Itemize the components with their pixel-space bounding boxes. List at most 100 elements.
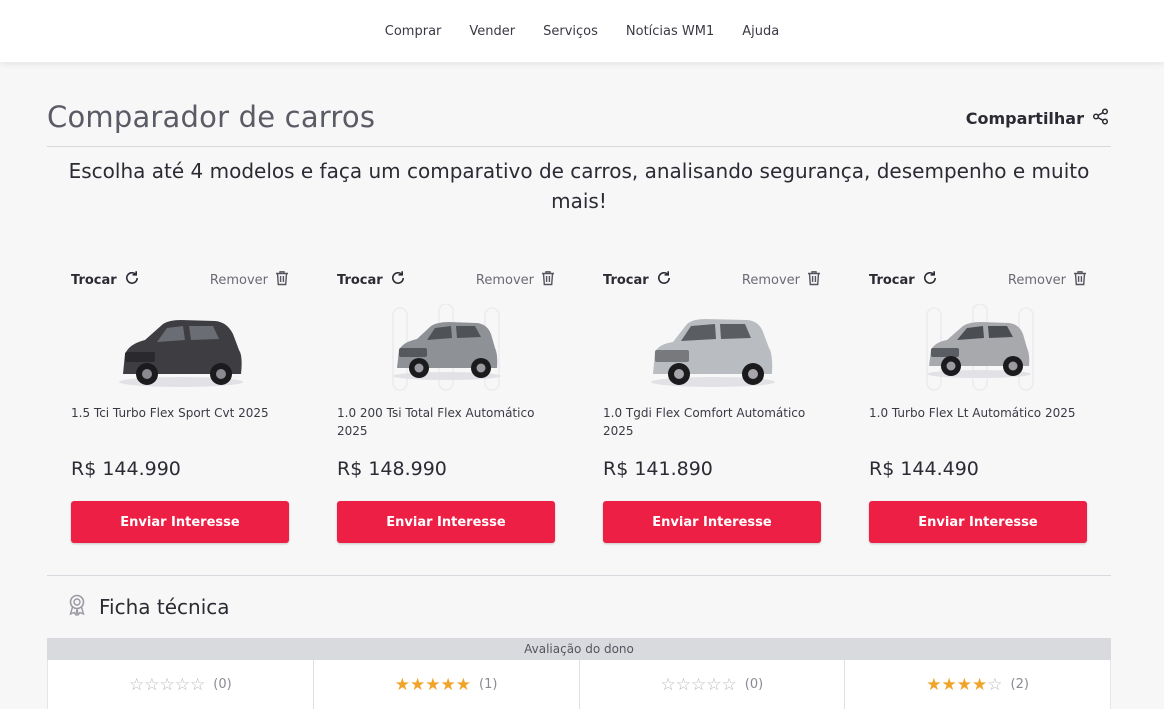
star-filled-icon: ★ xyxy=(926,675,942,695)
car-card: Trocar Remover xyxy=(337,270,555,550)
star-empty-icon: ☆ xyxy=(987,675,1003,695)
star-empty-icon: ☆ xyxy=(190,675,206,695)
rating-cell: ★★★★☆ (2) xyxy=(844,660,1111,709)
remove-button[interactable]: Remover xyxy=(476,270,555,290)
send-interest-button[interactable]: Enviar Interesse xyxy=(603,501,821,543)
swap-button[interactable]: Trocar xyxy=(337,270,406,290)
spec-section-header: Ficha técnica xyxy=(67,594,230,620)
rating-cell: ☆☆☆☆☆ (0) xyxy=(578,660,845,709)
car-model: 1.5 Tci Turbo Flex Sport Cvt 2025 xyxy=(71,406,269,420)
remove-label: Remover xyxy=(209,272,268,288)
card-actions: Trocar Remover xyxy=(869,270,1087,294)
remove-label: Remover xyxy=(1007,272,1066,288)
star-filled-icon: ★ xyxy=(972,675,988,695)
rating-cell: ★★★★★ (1) xyxy=(312,660,579,709)
nav-noticias[interactable]: Notícias WM1 xyxy=(626,24,714,39)
car-card: Trocar Remover xyxy=(71,270,289,550)
star-empty-icon: ☆ xyxy=(174,675,191,695)
star-rating: ★★★★☆ xyxy=(926,675,1002,694)
star-filled-icon: ★ xyxy=(394,675,411,695)
rating-count: (0) xyxy=(744,677,764,692)
car-image xyxy=(111,304,251,394)
star-filled-icon: ★ xyxy=(425,675,441,695)
star-empty-icon: ☆ xyxy=(675,675,692,695)
owner-rating-row: ☆☆☆☆☆ (0) ★★★★★ (1) ☆☆☆☆☆ (0) ★★★★☆ (2) xyxy=(47,660,1111,709)
car-price: R$ 144.490 xyxy=(869,458,979,480)
remove-label: Remover xyxy=(475,272,534,288)
star-filled-icon: ★ xyxy=(410,675,426,695)
car-image xyxy=(643,304,783,394)
remove-label: Remover xyxy=(741,272,800,288)
star-filled-icon: ★ xyxy=(941,675,957,695)
card-actions: Trocar Remover xyxy=(337,270,555,294)
top-navigation: Comprar Vender Serviços Notícias WM1 Aju… xyxy=(0,0,1164,62)
trash-icon xyxy=(807,270,821,290)
star-filled-icon: ★ xyxy=(455,675,472,695)
car-card: Trocar Remover xyxy=(869,270,1087,550)
car-price: R$ 144.990 xyxy=(71,458,181,480)
remove-button[interactable]: Remover xyxy=(742,270,821,290)
star-empty-icon: ☆ xyxy=(691,675,707,695)
award-icon xyxy=(67,594,87,620)
swap-button[interactable]: Trocar xyxy=(869,270,938,290)
star-empty-icon: ☆ xyxy=(706,675,722,695)
refresh-icon xyxy=(124,270,140,290)
refresh-icon xyxy=(656,270,672,290)
intro-text: Escolha até 4 modelos e faça um comparat… xyxy=(68,159,1090,213)
nav-servicos[interactable]: Serviços xyxy=(543,24,598,39)
send-interest-button[interactable]: Enviar Interesse xyxy=(337,501,555,543)
nav-vender[interactable]: Vender xyxy=(469,24,515,39)
swap-button[interactable]: Trocar xyxy=(71,270,140,290)
swap-label: Trocar xyxy=(71,272,117,288)
owner-rating-label: Avaliação do dono xyxy=(47,638,1111,660)
refresh-icon xyxy=(922,270,938,290)
spec-title: Ficha técnica xyxy=(99,595,230,619)
swap-button[interactable]: Trocar xyxy=(603,270,672,290)
car-image xyxy=(909,303,1049,394)
section-divider xyxy=(47,575,1111,576)
car-model: 1.0 Tgdi Flex Comfort Automático 2025 xyxy=(603,406,806,438)
rating-count: (1) xyxy=(479,677,498,692)
share-button[interactable]: Compartilhar xyxy=(966,108,1109,129)
rating-count: (0) xyxy=(213,677,232,692)
remove-button[interactable]: Remover xyxy=(1008,270,1087,290)
nav-comprar[interactable]: Comprar xyxy=(385,24,442,39)
car-card: Trocar Remover xyxy=(603,270,821,550)
star-empty-icon: ☆ xyxy=(159,675,175,695)
send-interest-button[interactable]: Enviar Interesse xyxy=(71,501,289,543)
swap-label: Trocar xyxy=(869,272,915,288)
refresh-icon xyxy=(390,270,406,290)
star-empty-icon: ☆ xyxy=(721,675,737,695)
main-content: Comparador de carros Compartilhar Escolh… xyxy=(47,62,1111,709)
star-rating: ☆☆☆☆☆ xyxy=(661,675,737,694)
trash-icon xyxy=(541,270,555,290)
star-filled-icon: ★ xyxy=(956,675,973,695)
swap-label: Trocar xyxy=(603,272,649,288)
share-label: Compartilhar xyxy=(965,109,1084,128)
page-title: Comparador de carros xyxy=(47,100,376,134)
car-image xyxy=(377,303,517,394)
star-rating: ☆☆☆☆☆ xyxy=(129,675,205,694)
header-divider xyxy=(47,146,1111,147)
card-actions: Trocar Remover xyxy=(71,270,289,294)
star-filled-icon: ★ xyxy=(440,675,456,695)
rating-count: (2) xyxy=(1010,677,1029,692)
star-empty-icon: ☆ xyxy=(660,675,676,695)
card-actions: Trocar Remover xyxy=(603,270,821,294)
swap-label: Trocar xyxy=(337,272,383,288)
trash-icon xyxy=(1073,270,1087,290)
star-empty-icon: ☆ xyxy=(129,675,145,695)
trash-icon xyxy=(275,270,289,290)
remove-button[interactable]: Remover xyxy=(210,270,289,290)
share-icon xyxy=(1092,108,1109,129)
rating-cell: ☆☆☆☆☆ (0) xyxy=(47,660,313,709)
car-model: 1.0 Turbo Flex Lt Automático 2025 xyxy=(869,406,1076,420)
send-interest-button[interactable]: Enviar Interesse xyxy=(869,501,1087,543)
car-price: R$ 148.990 xyxy=(337,458,447,480)
car-price: R$ 141.890 xyxy=(603,458,713,480)
star-empty-icon: ☆ xyxy=(144,675,160,695)
star-rating: ★★★★★ xyxy=(395,675,471,694)
car-cards: Trocar Remover 1.5 Tci Turbo Flex Sport … xyxy=(47,270,1111,550)
nav-ajuda[interactable]: Ajuda xyxy=(742,24,779,39)
car-model: 1.0 200 Tsi Total Flex Automático 2025 xyxy=(337,406,535,438)
